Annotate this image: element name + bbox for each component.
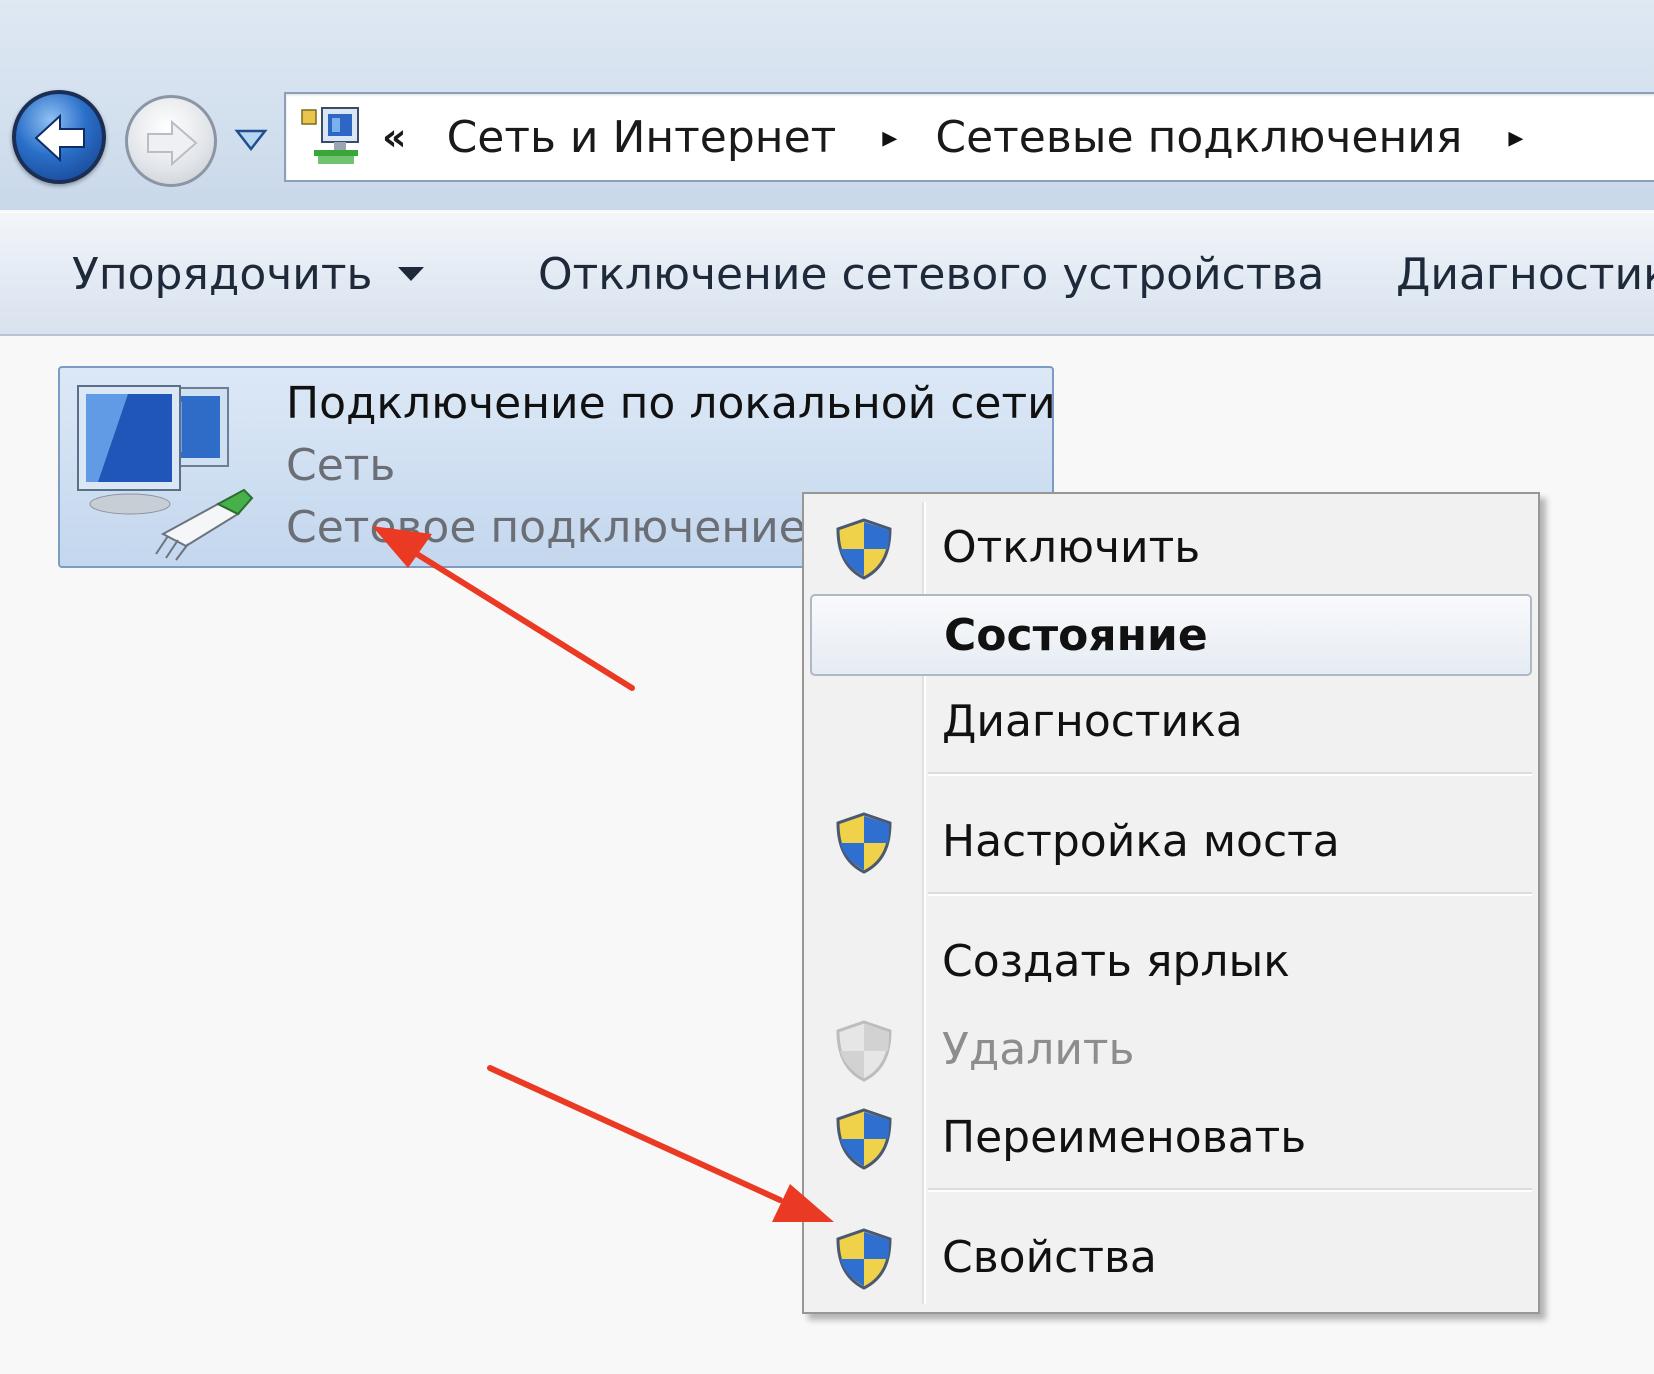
uac-shield-icon bbox=[836, 518, 892, 580]
breadcrumb-overflow[interactable]: « bbox=[382, 115, 407, 159]
diagnose-button[interactable]: Диагностик bbox=[1396, 213, 1654, 335]
forward-button[interactable] bbox=[125, 95, 217, 187]
uac-shield-disabled-icon bbox=[836, 1020, 892, 1082]
network-adapter-icon bbox=[77, 385, 254, 561]
menu-item-create-shortcut[interactable]: Создать ярлык bbox=[810, 920, 1532, 1002]
breadcrumb-network-internet[interactable]: Сеть и Интернет bbox=[447, 112, 837, 163]
menu-item-status[interactable]: Состояние bbox=[810, 594, 1532, 676]
breadcrumb: « Сеть и Интернет ▸ Сетевые подключения … bbox=[382, 94, 1561, 180]
menu-item-bridge[interactable]: Настройка моста bbox=[810, 800, 1532, 882]
menu-item-delete: Удалить bbox=[810, 1008, 1532, 1090]
forward-arrow-icon bbox=[147, 119, 198, 167]
menu-separator bbox=[928, 892, 1532, 896]
diagnose-label: Диагностик bbox=[1396, 248, 1654, 300]
navigation-bar: « Сеть и Интернет ▸ Сетевые подключения … bbox=[0, 0, 1654, 210]
menu-item-label: Состояние bbox=[944, 609, 1208, 661]
menu-item-diagnose[interactable]: Диагностика bbox=[810, 680, 1532, 762]
command-bar: Упорядочить Отключение сетевого устройст… bbox=[0, 212, 1654, 336]
disable-device-button[interactable]: Отключение сетевого устройства bbox=[538, 213, 1324, 335]
menu-separator bbox=[928, 772, 1532, 776]
back-arrow-icon bbox=[34, 113, 85, 163]
breadcrumb-chevron-icon[interactable]: ▸ bbox=[882, 120, 897, 155]
uac-shield-icon bbox=[836, 812, 892, 874]
menu-item-label: Свойства bbox=[942, 1231, 1157, 1283]
organize-label: Упорядочить bbox=[72, 248, 373, 300]
uac-shield-icon bbox=[836, 1108, 892, 1170]
menu-item-label: Отключить bbox=[942, 521, 1201, 573]
network-connections-icon bbox=[301, 107, 359, 164]
menu-item-label: Переименовать bbox=[942, 1111, 1307, 1163]
breadcrumb-chevron-icon[interactable]: ▸ bbox=[1508, 120, 1523, 155]
connection-device: Сетевое подключение I bbox=[286, 502, 833, 553]
menu-item-label: Диагностика bbox=[942, 695, 1243, 747]
disable-device-label: Отключение сетевого устройства bbox=[538, 248, 1325, 300]
context-menu: Отключить Состояние Диагностика Настройк… bbox=[802, 492, 1540, 1314]
menu-item-properties[interactable]: Свойства bbox=[810, 1216, 1532, 1298]
menu-item-label: Настройка моста bbox=[942, 815, 1340, 867]
dropdown-arrow-icon bbox=[398, 267, 425, 281]
connection-network: Сеть bbox=[286, 440, 396, 491]
arrow-to-properties-icon bbox=[487, 1065, 834, 1222]
uac-shield-icon bbox=[836, 1228, 892, 1290]
menu-separator bbox=[928, 1188, 1532, 1192]
breadcrumb-network-connections[interactable]: Сетевые подключения bbox=[935, 112, 1462, 163]
recent-pages-dropdown[interactable] bbox=[234, 128, 268, 152]
menu-item-rename[interactable]: Переименовать bbox=[810, 1096, 1532, 1178]
menu-item-disable[interactable]: Отключить bbox=[810, 506, 1532, 588]
address-field[interactable]: « Сеть и Интернет ▸ Сетевые подключения … bbox=[284, 92, 1654, 182]
connection-name: Подключение по локальной сети bbox=[286, 378, 1056, 429]
menu-item-label: Создать ярлык bbox=[942, 935, 1290, 987]
organize-button[interactable]: Упорядочить bbox=[72, 213, 425, 335]
menu-item-label: Удалить bbox=[942, 1023, 1135, 1075]
back-button[interactable] bbox=[12, 90, 106, 184]
